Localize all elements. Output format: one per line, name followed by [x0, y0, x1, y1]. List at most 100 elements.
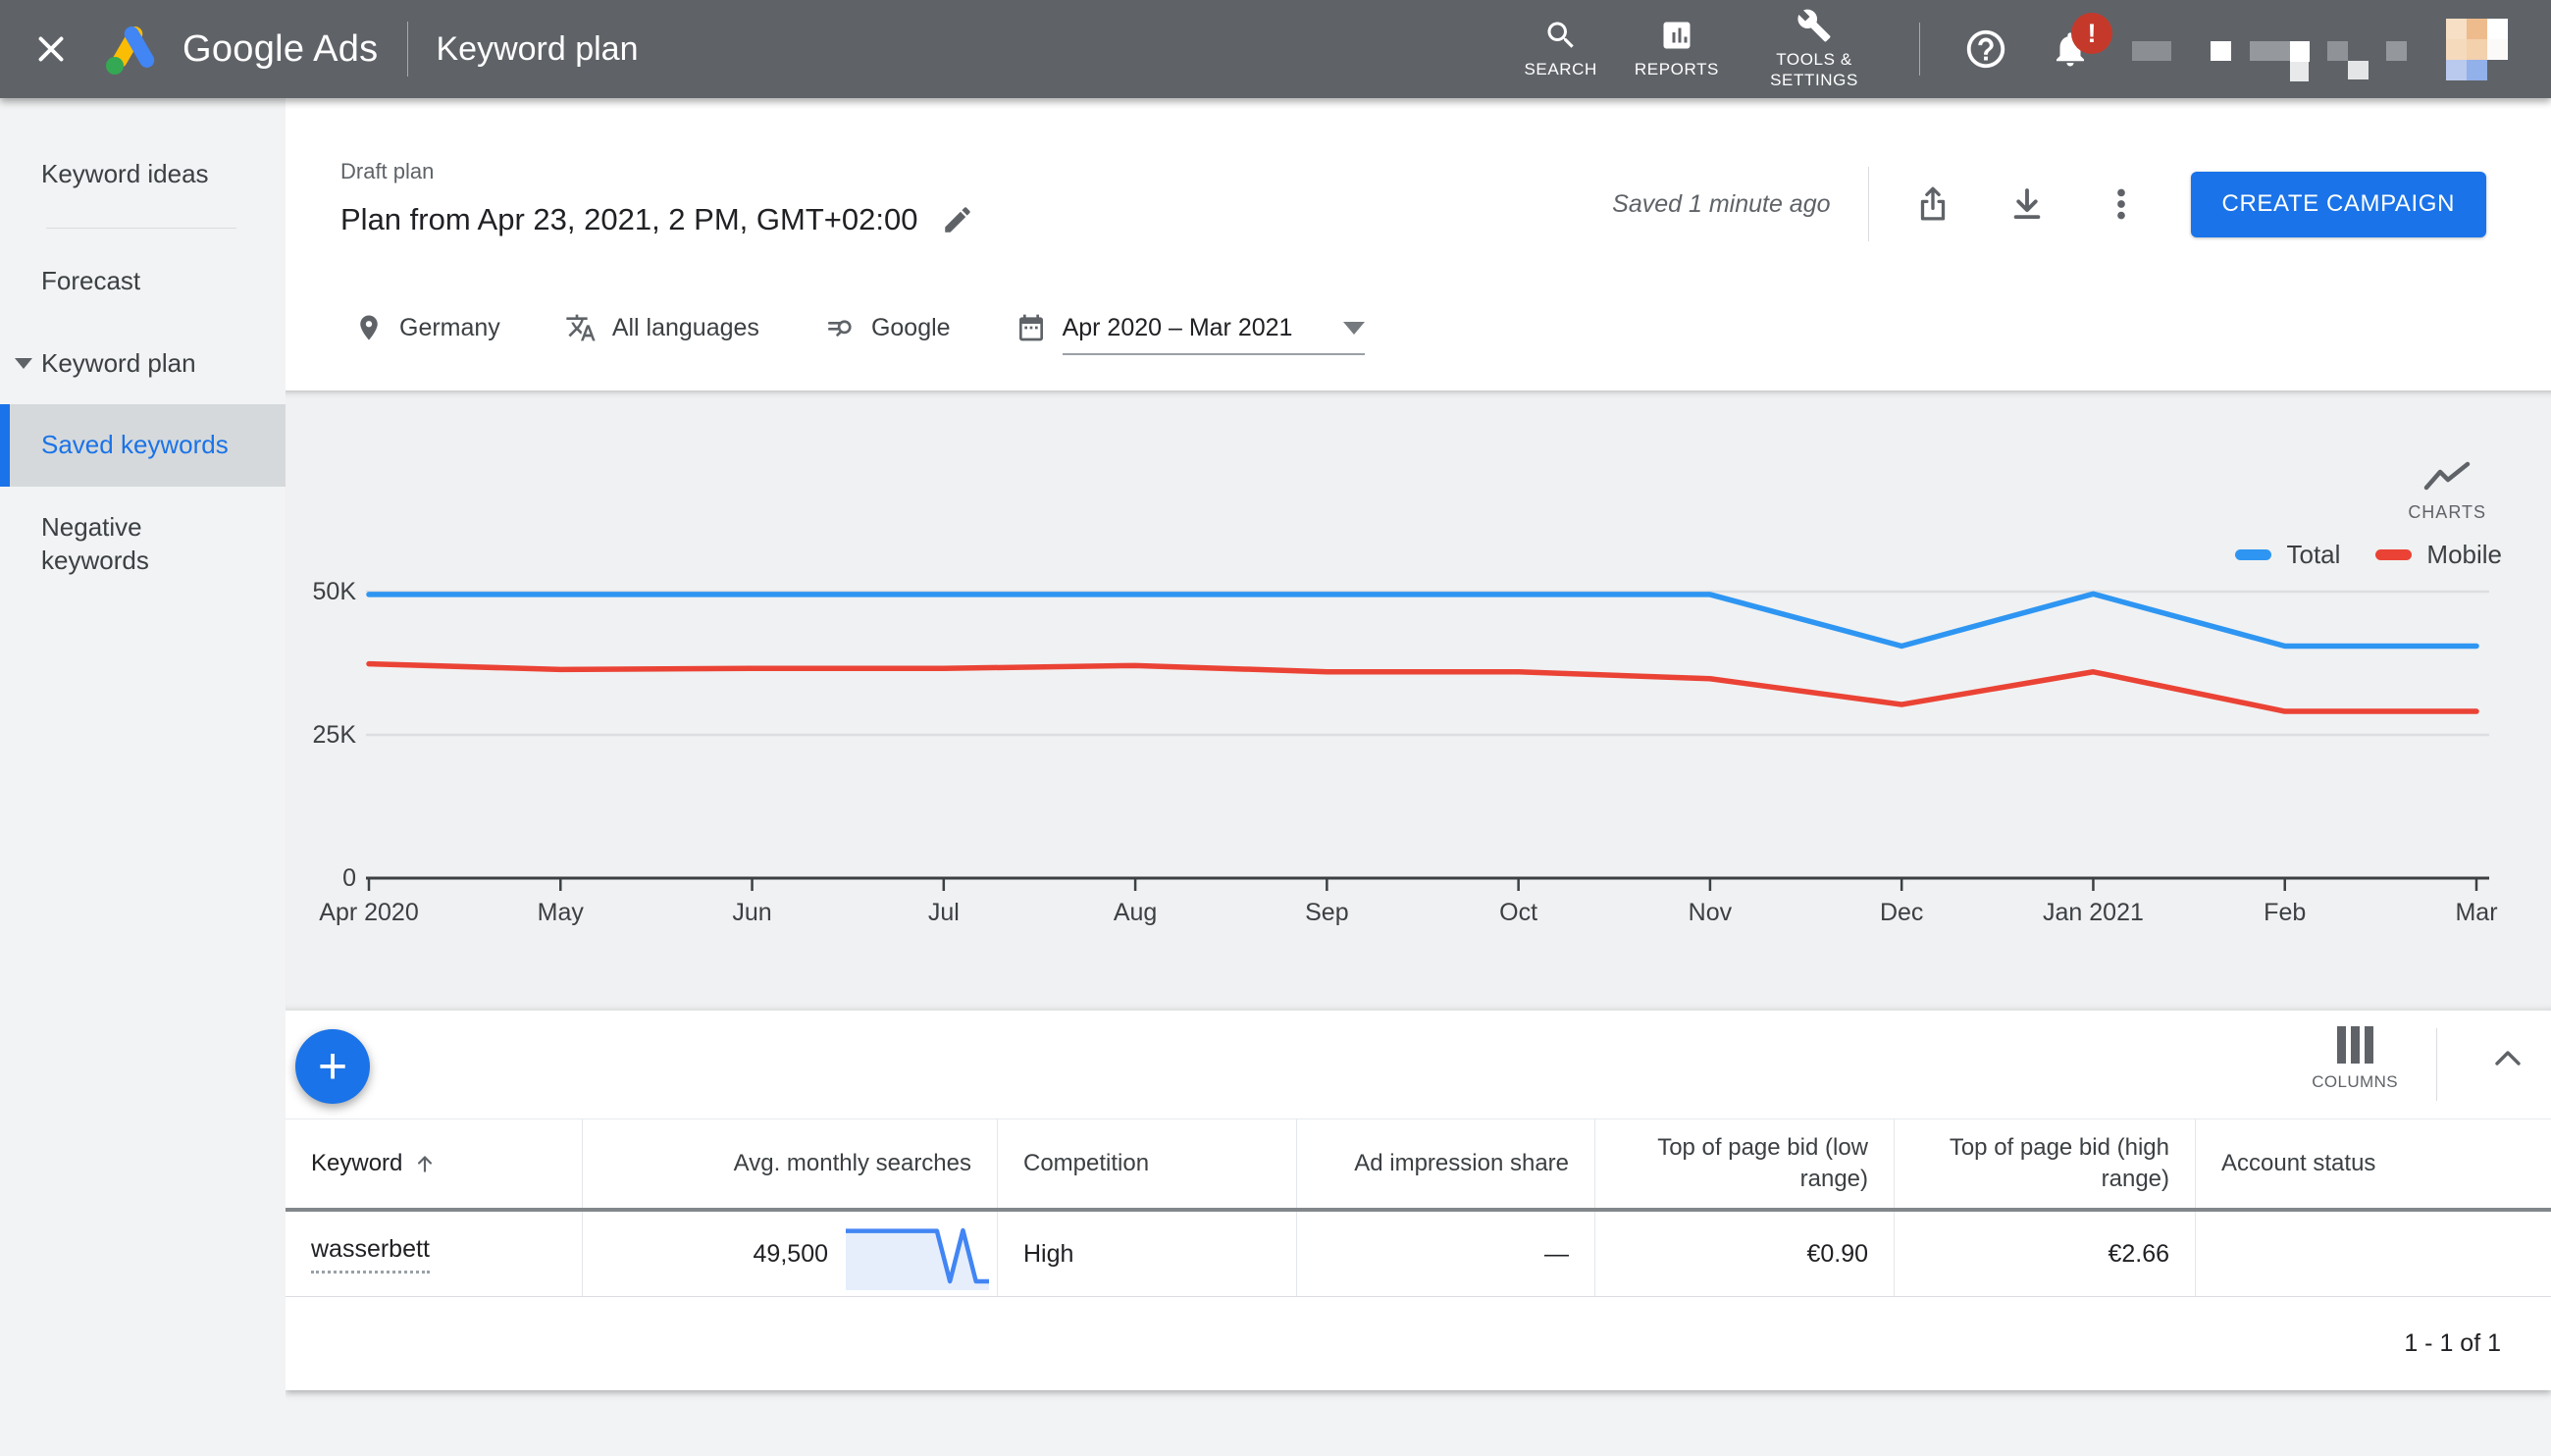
topbar-divider-2 [1919, 23, 1920, 76]
share-button[interactable] [1908, 180, 1957, 229]
columns-icon [2336, 1026, 2373, 1064]
notification-badge: ! [2071, 13, 2112, 54]
help-button[interactable] [1963, 26, 2008, 72]
reports-icon [1659, 18, 1694, 53]
cell-top-of-page-bid-low: €0.90 [1595, 1212, 1895, 1296]
svg-text:Nov: Nov [1689, 899, 1733, 926]
language-filter[interactable]: All languages [565, 312, 759, 343]
svg-text:Apr 2020: Apr 2020 [319, 899, 418, 926]
share-icon [1912, 183, 1953, 225]
sidebar-item-keyword-ideas[interactable]: Keyword ideas [0, 133, 286, 216]
cell-account-status [2196, 1212, 2551, 1296]
saved-status: Saved 1 minute ago [1612, 189, 1831, 218]
nav-search-button[interactable]: SEARCH [1524, 18, 1596, 79]
svg-text:Sep: Sep [1305, 899, 1348, 926]
download-icon [2006, 183, 2048, 225]
sidebar-item-forecast[interactable]: Forecast [0, 240, 286, 323]
avatar[interactable] [2446, 18, 2508, 80]
sidebar-item-keyword-plan[interactable]: Keyword plan [0, 323, 286, 405]
date-range-value: Apr 2020 – Mar 2021 [1062, 313, 1293, 341]
nav-reports-button[interactable]: REPORTS [1635, 18, 1719, 79]
dropdown-caret-icon [1343, 321, 1366, 335]
page-title: Keyword plan [436, 29, 639, 68]
cell-top-of-page-bid-high: €2.66 [1895, 1212, 2196, 1296]
column-header-account-status[interactable]: Account status [2196, 1119, 2551, 1208]
svg-text:Jun: Jun [732, 899, 771, 926]
search-lines-icon [824, 312, 856, 343]
toolbar-divider [2436, 1028, 2437, 1101]
svg-text:Dec: Dec [1880, 899, 1923, 926]
cell-competition: High [998, 1212, 1297, 1296]
location-filter[interactable]: Germany [354, 313, 500, 342]
plus-icon: + [317, 1038, 348, 1095]
cell-avg-monthly-searches: 49,500 [583, 1212, 998, 1296]
svg-text:May: May [538, 899, 585, 926]
svg-text:Oct: Oct [1499, 899, 1537, 926]
date-range-filter[interactable]: Apr 2020 – Mar 2021 [1015, 312, 1366, 355]
sidebar-divider [46, 227, 236, 229]
table-header-row: Keyword Avg. monthly searches Competitio… [286, 1118, 2551, 1212]
translate-icon [565, 312, 597, 343]
chart-section: CHARTS Total Mobile 0 25K 50K Apr 2020 May Ju… [286, 390, 2551, 1011]
chevron-down-icon [15, 358, 32, 370]
cell-keyword: wasserbett [286, 1212, 583, 1296]
nav-tools-settings-button[interactable]: TOOLS & SETTINGS [1756, 8, 1872, 90]
collapse-table-button[interactable] [2490, 1046, 2525, 1069]
svg-text:Feb: Feb [2264, 899, 2306, 926]
svg-text:Aug: Aug [1114, 899, 1157, 926]
brand-name: Google Ads [182, 27, 379, 70]
redacted-account-info [2132, 18, 2407, 81]
topbar-divider [407, 22, 409, 77]
keyword-text[interactable]: wasserbett [311, 1235, 430, 1274]
network-filter[interactable]: Google [824, 312, 951, 343]
help-icon [1963, 26, 2008, 72]
close-icon[interactable] [26, 24, 77, 75]
line-chart: 0 25K 50K Apr 2020 May Jun Jul Aug Sep Oct Nov Dec J… [313, 578, 2498, 926]
svg-text:Jul: Jul [928, 899, 960, 926]
svg-text:50K: 50K [313, 578, 357, 605]
plan-actions: Saved 1 minute ago CREATE CAMPAIGN [1612, 167, 2486, 241]
column-header-top-of-page-bid-low[interactable]: Top of page bid (low range) [1595, 1119, 1895, 1208]
plan-header: Draft plan Plan from Apr 23, 2021, 2 PM,… [286, 98, 2551, 390]
chevron-up-icon [2490, 1046, 2525, 1069]
svg-text:0: 0 [342, 864, 356, 892]
plan-title: Plan from Apr 23, 2021, 2 PM, GMT+02:00 [340, 202, 918, 236]
pencil-icon [941, 203, 974, 236]
add-keywords-button[interactable]: + [295, 1029, 370, 1104]
sidebar: Keyword ideas Forecast Keyword plan Save… [0, 98, 286, 1456]
table-row[interactable]: wasserbett 49,500 High — €0.90 €2.66 [286, 1212, 2551, 1297]
calendar-icon [1015, 312, 1047, 343]
topbar: Google Ads Keyword plan SEARCH REPORTS T… [0, 0, 2551, 98]
cell-ad-impression-share: — [1297, 1212, 1595, 1296]
create-campaign-button[interactable]: CREATE CAMPAIGN [2190, 171, 2486, 237]
notifications-button[interactable]: ! [2050, 13, 2112, 70]
search-icon [1543, 18, 1579, 53]
pagination: 1 - 1 of 1 [286, 1297, 2551, 1390]
columns-button[interactable]: COLUMNS [2312, 1026, 2398, 1092]
sidebar-item-negative-keywords[interactable]: Negative keywords [0, 487, 286, 602]
edit-plan-name-button[interactable] [937, 199, 978, 240]
actions-divider [1867, 167, 1869, 241]
download-button[interactable] [2003, 180, 2052, 229]
location-pin-icon [354, 313, 384, 342]
column-header-competition[interactable]: Competition [998, 1119, 1297, 1208]
svg-text:Jan 2021: Jan 2021 [2043, 899, 2144, 926]
column-header-top-of-page-bid-high[interactable]: Top of page bid (high range) [1895, 1119, 2196, 1208]
column-header-avg-monthly-searches[interactable]: Avg. monthly searches [583, 1119, 998, 1208]
wrench-icon [1796, 8, 1832, 43]
searches-sparkline [846, 1227, 989, 1290]
column-header-ad-impression-share[interactable]: Ad impression share [1297, 1119, 1595, 1208]
sort-arrow-up-icon [412, 1151, 438, 1176]
topbar-nav: SEARCH REPORTS TOOLS & SETTINGS [1524, 8, 1909, 90]
svg-text:25K: 25K [313, 721, 357, 749]
more-vert-icon [2101, 183, 2142, 225]
results-card: + COLUMNS Keyword Avg. monthly searches [286, 1011, 2551, 1390]
filters-bar: Germany All languages Google Apr 2020 – … [354, 312, 1430, 355]
more-options-button[interactable] [2097, 180, 2146, 229]
google-ads-logo-icon [102, 22, 163, 77]
table-toolbar: + COLUMNS [286, 1011, 2551, 1118]
sidebar-item-saved-keywords[interactable]: Saved keywords [0, 404, 286, 488]
svg-text:Mar: Mar [2455, 899, 2497, 926]
column-header-keyword[interactable]: Keyword [286, 1119, 583, 1208]
pagination-text: 1 - 1 of 1 [2404, 1329, 2501, 1357]
